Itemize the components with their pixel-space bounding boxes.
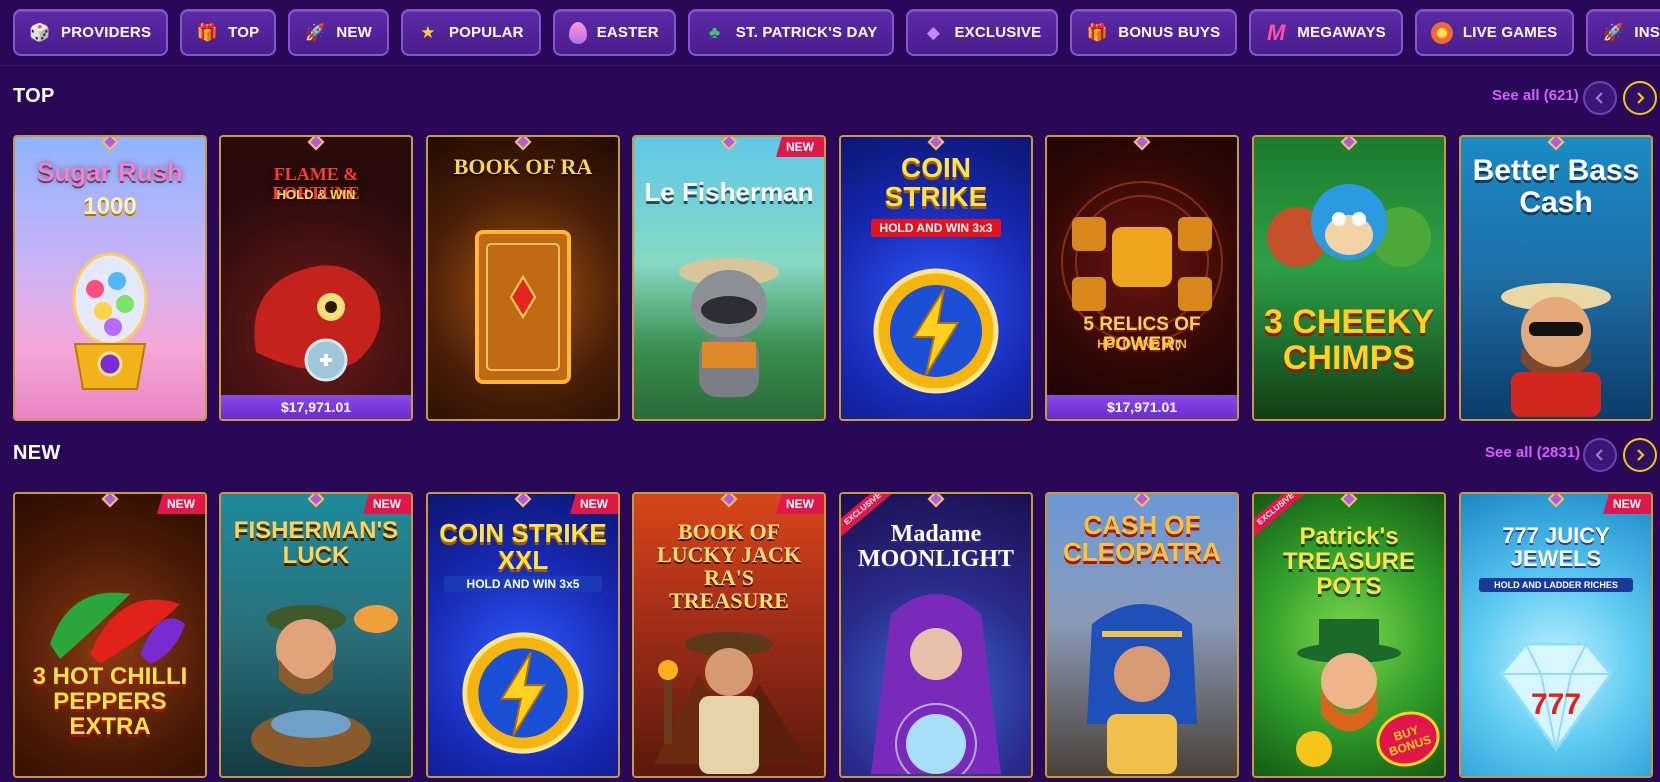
game-tile[interactable]: BOOK OF RA (426, 135, 620, 421)
casino-lobby: 🎲 PROVIDERS 🎁 TOP 🚀 NEW ★ POPULAR EASTER… (0, 0, 1660, 782)
category-popular[interactable]: ★ POPULAR (400, 9, 541, 56)
game-title: CASH OF CLEOPATRA (1063, 510, 1221, 568)
category-st-patricks-day[interactable]: ♣ ST. PATRICK'S DAY (687, 9, 895, 56)
game-title: Patrick's TREASURE POTS (1282, 523, 1415, 601)
section-new-header: NEW See all (2831) (0, 438, 1660, 472)
new-badge: NEW (776, 137, 824, 157)
game-tile[interactable]: FLAME & FORTUNE HOLD & WIN $17,971.01 (219, 135, 413, 421)
game-tile[interactable]: NEW Le Fisherman (632, 135, 826, 421)
see-all-link[interactable]: See all (2831) (1485, 444, 1580, 461)
chevron-right-icon (1637, 449, 1645, 461)
candy-machine-art (65, 249, 155, 399)
category-new[interactable]: 🚀 NEW (288, 9, 389, 56)
instant-rocket-icon: 🚀 (1602, 23, 1625, 42)
game-subtitle: HOLD AND LADDER RICHES (1479, 578, 1633, 592)
game-title: FISHERMAN'S LUCK (233, 517, 399, 570)
dragon-art (236, 232, 396, 382)
new-badge: NEW (776, 494, 824, 514)
jackpot-amount: $17,971.01 (1047, 395, 1237, 419)
game-title: COIN STRIKE XXL (439, 518, 607, 576)
diamond-art: 777 (1481, 619, 1631, 769)
lightning-coin-art (870, 265, 1002, 397)
bonus-gift-icon: 🎁 (1086, 23, 1108, 42)
game-title: 3 CHEEKY CHIMPS (1263, 303, 1435, 377)
game-tile[interactable]: NEW 777 JUICY JEWELS HOLD AND LADDER RIC… (1459, 492, 1653, 778)
game-subtitle: 1000 (83, 193, 137, 220)
easter-egg-icon (568, 21, 587, 44)
category-live-games[interactable]: LIVE GAMES (1414, 9, 1575, 56)
game-subtitle: HOLD & WIN (276, 187, 356, 202)
game-title: Le Fisherman (644, 177, 814, 207)
scroll-left-button[interactable] (1583, 438, 1617, 472)
leprechaun-hat-icon: ♣ (709, 23, 721, 42)
section-title: TOP (13, 85, 55, 107)
category-bar: 🎲 PROVIDERS 🎁 TOP 🚀 NEW ★ POPULAR EASTER… (0, 0, 1660, 66)
sorceress-art (851, 584, 1021, 776)
raccoon-fisherman-art (664, 242, 794, 417)
game-title: Better Bass Cash (1472, 154, 1640, 219)
game-title: 3 HOT CHILLI PEPPERS EXTRA (32, 663, 188, 741)
game-tile[interactable]: 3 CHEEKY CHIMPS (1252, 135, 1446, 421)
game-title: BOOK OF RA (453, 154, 593, 179)
game-tile[interactable]: CASH OF CLEOPATRA (1045, 492, 1239, 778)
category-megaways[interactable]: M MEGAWAYS (1249, 9, 1403, 56)
category-bonus-buys[interactable]: 🎁 BONUS BUYS (1070, 9, 1238, 56)
category-top[interactable]: 🎁 TOP (180, 9, 277, 56)
see-all-link[interactable]: See all (621) (1492, 87, 1579, 104)
star-icon: ★ (420, 23, 436, 42)
game-tile[interactable]: NEW 3 HOT CHILLI PEPPERS EXTRA (13, 492, 207, 778)
game-title: COIN STRIKE (884, 152, 988, 213)
game-tile[interactable]: NEW FISHERMAN'S LUCK (219, 492, 413, 778)
live-dial-icon (1430, 21, 1453, 44)
section-title: NEW (13, 442, 61, 464)
jackpot-amount: $17,971.01 (221, 395, 411, 419)
category-exclusive[interactable]: ◆ EXCLUSIVE (906, 9, 1059, 56)
megaways-m-icon: M (1267, 19, 1286, 45)
category-providers[interactable]: 🎲 PROVIDERS (13, 9, 169, 56)
game-tile[interactable]: Sugar Rush 1000 (13, 135, 207, 421)
chevron-right-icon (1637, 92, 1645, 104)
category-instant-games[interactable]: 🚀 INSTANT GAMES (1586, 9, 1660, 56)
chevron-left-icon (1595, 449, 1603, 461)
fisherman-art (231, 589, 401, 769)
fisherman-hat-art (1481, 267, 1631, 417)
section-top-header: TOP See all (621) (0, 81, 1660, 115)
game-tile[interactable]: EXCLUSIVE Patrick's TREASURE POTS BUY BO… (1252, 492, 1446, 778)
game-subtitle: HOLD AND WIN 3x5 (444, 576, 602, 592)
game-tile[interactable]: EXCLUSIVE Madame MOONLIGHT (839, 492, 1033, 778)
cleopatra-art (1072, 594, 1212, 774)
game-subtitle: HOLD AND WIN 3x3 (871, 219, 1001, 237)
game-tile[interactable]: NEW BOOK OF LUCKY JACK RA'S TREASURE (632, 492, 826, 778)
game-tile[interactable]: Better Bass Cash (1459, 135, 1653, 421)
game-tile[interactable]: NEW COIN STRIKE XXL HOLD AND WIN 3x5 (426, 492, 620, 778)
svg-text:777: 777 (1531, 688, 1581, 721)
game-title: Madame MOONLIGHT (857, 521, 1014, 573)
scroll-right-button[interactable] (1623, 81, 1657, 115)
scroll-left-button[interactable] (1583, 81, 1617, 115)
game-row-new: NEW 3 HOT CHILLI PEPPERS EXTRA NEW FISHE… (13, 492, 1660, 780)
gem-icon: ◆ (926, 23, 941, 42)
game-title: BOOK OF LUCKY JACK RA'S TREASURE (656, 519, 802, 614)
category-easter[interactable]: EASTER (552, 9, 676, 56)
scroll-right-button[interactable] (1623, 438, 1657, 472)
new-badge: NEW (1603, 494, 1651, 514)
game-tile[interactable]: 5 RELICS OF POWER: HOLD AND WIN $17,971.… (1045, 135, 1239, 421)
new-badge: NEW (363, 494, 411, 514)
explorer-art (644, 614, 814, 774)
game-title: Sugar Rush (37, 157, 183, 187)
game-subtitle: HOLD AND WIN (1097, 337, 1187, 351)
monkeys-art (1259, 167, 1439, 307)
golden-book-art (463, 222, 583, 392)
new-badge: NEW (157, 494, 205, 514)
game-tile[interactable]: COIN STRIKE HOLD AND WIN 3x3 (839, 135, 1033, 421)
chilli-peppers-art (30, 564, 190, 674)
chevron-left-icon (1595, 92, 1603, 104)
new-badge: NEW (570, 494, 618, 514)
dice-icon: 🎲 (29, 23, 51, 42)
game-title: 777 JUICY JEWELS (1502, 523, 1610, 572)
lightning-coin-art (459, 629, 587, 757)
game-row-top: Sugar Rush 1000 FLAME & FORTUNE HOLD & W… (13, 135, 1660, 423)
gift-icon: 🎁 (196, 23, 218, 42)
rocket-icon: 🚀 (304, 23, 327, 42)
